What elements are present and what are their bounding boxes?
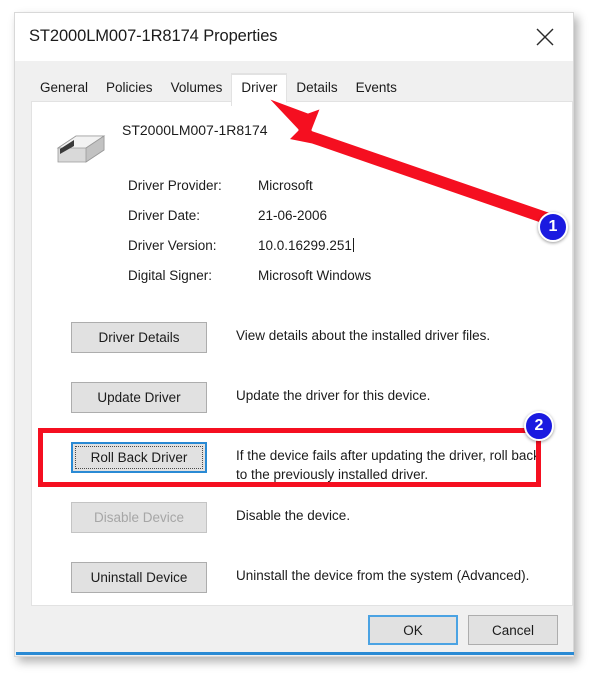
action-row-roll-back-driver: Roll Back Driver If the device fails aft… [32,434,572,494]
action-row-uninstall-device: Uninstall Device Uninstall the device fr… [32,554,572,614]
tab-events[interactable]: Events [347,76,406,101]
action-row-disable-device: Disable Device Disable the device. [32,494,572,554]
disable-device-button: Disable Device [71,502,207,533]
tab-driver[interactable]: Driver [231,74,288,106]
hard-drive-icon [54,130,108,168]
info-row: Driver Date: 21-06-2006 [32,208,572,238]
cancel-button[interactable]: Cancel [468,615,558,645]
digital-signer-value: Microsoft Windows [258,268,372,283]
driver-tab-panel: ST2000LM007-1R8174 Driver Provider: Micr… [31,101,573,606]
action-row-update-driver: Update Driver Update the driver for this… [32,374,572,434]
digital-signer-label: Digital Signer: [128,268,213,283]
action-row-driver-details: Driver Details View details about the in… [32,314,572,374]
driver-provider-label: Driver Provider: [128,178,222,193]
device-name: ST2000LM007-1R8174 [122,122,268,138]
ok-button[interactable]: OK [368,615,458,645]
uninstall-device-button[interactable]: Uninstall Device [71,562,207,593]
driver-version-value: 10.0.16299.251 [258,238,354,253]
update-driver-button[interactable]: Update Driver [71,382,207,413]
driver-info-table: Driver Provider: Microsoft Driver Date: … [32,178,572,298]
driver-details-description: View details about the installed driver … [236,328,491,343]
properties-dialog-window: ST2000LM007-1R8174 Properties General Po… [14,12,574,657]
accent-line [16,652,574,655]
driver-provider-value: Microsoft [258,178,313,193]
roll-back-driver-description: If the device fails after updating the d… [236,448,540,482]
title-bar: ST2000LM007-1R8174 Properties [15,13,573,61]
window-title: ST2000LM007-1R8174 Properties [29,27,278,45]
action-list: Driver Details View details about the in… [32,314,572,614]
close-button[interactable] [523,17,567,55]
driver-details-button[interactable]: Driver Details [71,322,207,353]
device-header: ST2000LM007-1R8174 [32,116,572,168]
info-row: Driver Provider: Microsoft [32,178,572,208]
disable-device-description: Disable the device. [236,508,351,523]
tab-list: General Policies Volumes Driver Details … [31,74,406,106]
uninstall-device-description: Uninstall the device from the system (Ad… [236,568,530,583]
tab-strip: General Policies Volumes Driver Details … [15,61,573,106]
tab-details[interactable]: Details [287,76,346,101]
update-driver-description: Update the driver for this device. [236,388,431,403]
driver-version-label: Driver Version: [128,238,217,253]
driver-date-value: 21-06-2006 [258,208,328,223]
tab-policies[interactable]: Policies [97,76,162,101]
tab-general[interactable]: General [31,76,97,101]
text-caret [352,238,354,252]
tab-volumes[interactable]: Volumes [162,76,232,101]
info-row: Digital Signer: Microsoft Windows [32,268,572,298]
roll-back-driver-button[interactable]: Roll Back Driver [71,442,207,473]
info-row: Driver Version: 10.0.16299.251 [32,238,572,268]
driver-date-label: Driver Date: [128,208,201,223]
